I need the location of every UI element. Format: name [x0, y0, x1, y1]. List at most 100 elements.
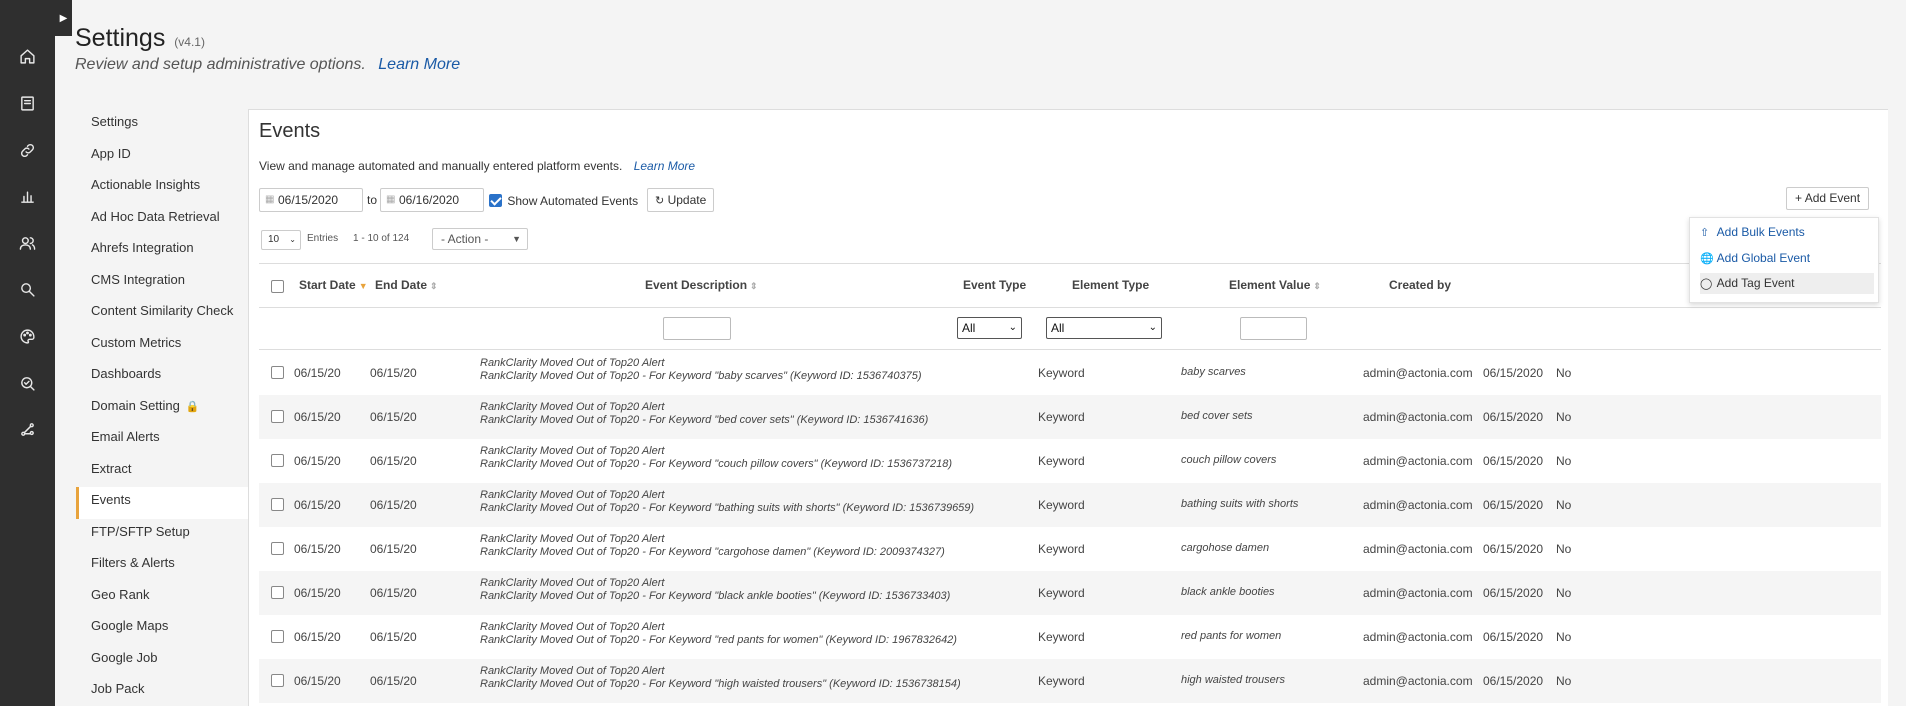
settings-nav: Settings App ID Actionable Insights Ad H…	[76, 109, 248, 706]
nav-item-ahrefs-integration[interactable]: Ahrefs Integration	[76, 235, 248, 267]
home-icon[interactable]	[0, 42, 55, 70]
created-by-cell: admin@actonia.com	[1363, 454, 1473, 468]
header-label: End Date	[375, 278, 428, 292]
menu-item-add-global-event[interactable]: 🌐 Add Global Event	[1700, 248, 1874, 269]
nav-item-dashboards[interactable]: Dashboards	[76, 361, 248, 393]
end-date-input[interactable]: ▦ 06/16/2020	[380, 188, 484, 212]
nav-item-ftp-sftp-setup[interactable]: FTP/SFTP Setup	[76, 519, 248, 551]
nav-item-google-job[interactable]: Google Job	[76, 645, 248, 677]
calendar-icon: ▦	[386, 194, 396, 205]
description-line2: RankClarity Moved Out of Top20 - For Key…	[480, 370, 922, 382]
caret-down-icon: ▼	[512, 234, 521, 244]
row-checkbox[interactable]	[271, 586, 284, 599]
table-row[interactable]: 06/15/20 06/15/20 RankClarity Moved Out …	[259, 571, 1881, 615]
table-row[interactable]: 06/15/20 06/15/20 RankClarity Moved Out …	[259, 527, 1881, 571]
menu-item-add-tag-event[interactable]: ◯ Add Tag Event	[1700, 273, 1874, 294]
select-all-checkbox[interactable]	[271, 280, 284, 293]
nav-item-app-id[interactable]: App ID	[76, 141, 248, 173]
events-description-text: View and manage automated and manually e…	[259, 159, 623, 173]
nav-item-filters-alerts[interactable]: Filters & Alerts	[76, 550, 248, 582]
nav-item-settings[interactable]: Settings	[76, 109, 248, 141]
row-checkbox[interactable]	[271, 674, 284, 687]
page-size-select[interactable]: 10 ⌄	[261, 230, 301, 250]
events-panel: Events View and manage automated and man…	[248, 109, 1888, 706]
element-value-cell: couch pillow covers	[1181, 454, 1277, 466]
nav-item-domain-setting[interactable]: Domain Setting 🔒	[76, 393, 248, 425]
learn-more-link[interactable]: Learn More	[378, 56, 460, 73]
document-icon[interactable]	[0, 89, 55, 117]
table-row[interactable]: 06/15/20 06/15/20 RankClarity Moved Out …	[259, 439, 1881, 483]
description-line1: RankClarity Moved Out of Top20 Alert	[480, 489, 665, 501]
menu-item-add-bulk-events[interactable]: ⇧ Add Bulk Events	[1700, 222, 1874, 243]
row-checkbox[interactable]	[271, 410, 284, 423]
table-row[interactable]: 06/15/20 06/15/20 RankClarity Moved Out …	[259, 659, 1881, 703]
share-nodes-icon[interactable]	[0, 415, 55, 443]
range-label: 1 - 10 of 124	[353, 233, 410, 244]
nav-item-ad-hoc-data-retrieval[interactable]: Ad Hoc Data Retrieval	[76, 204, 248, 236]
description-cell: RankClarity Moved Out of Top20 Alert Rank…	[480, 401, 928, 427]
nav-item-events[interactable]: Events	[76, 487, 248, 519]
created-date-cell: 06/15/2020	[1483, 630, 1544, 644]
events-learn-more-link[interactable]: Learn More	[634, 159, 695, 173]
description-line1: RankClarity Moved Out of Top20 Alert	[480, 533, 665, 545]
action-select-value: - Action -	[441, 232, 489, 246]
show-automated-events[interactable]: Show Automated Events	[489, 193, 638, 208]
end-date-cell: 06/15/20	[370, 410, 417, 424]
update-button[interactable]: ↻ Update	[647, 188, 715, 212]
table-row[interactable]: 06/15/20 06/15/20 RankClarity Moved Out …	[259, 395, 1881, 439]
start-date-cell: 06/15/20	[294, 542, 341, 556]
subtitle-text: Review and setup administrative options.	[75, 56, 366, 73]
page-title-text: Settings	[75, 24, 166, 52]
add-event-button[interactable]: + Add Event	[1786, 187, 1870, 210]
end-date-cell: 06/15/20	[370, 454, 417, 468]
row-checkbox[interactable]	[271, 454, 284, 467]
header-element-value[interactable]: Element Value ⇕	[1229, 278, 1321, 292]
table-row[interactable]: 06/15/20 06/15/20 RankClarity Moved Out …	[259, 483, 1881, 527]
search-check-icon[interactable]	[0, 369, 55, 397]
action-select[interactable]: - Action - ▼	[432, 228, 528, 250]
palette-icon[interactable]	[0, 322, 55, 350]
search-icon[interactable]	[0, 275, 55, 303]
chevron-down-icon: ⌄	[289, 235, 296, 244]
nav-item-google-maps[interactable]: Google Maps	[76, 613, 248, 645]
flag-cell: No	[1556, 586, 1572, 600]
nav-item-custom-metrics[interactable]: Custom Metrics	[76, 330, 248, 362]
table-header: Start Date ▼ End Date ⇕ Event Description ⇕…	[259, 263, 1881, 308]
calendar-icon: ▦	[265, 194, 275, 205]
nav-item-extract[interactable]: Extract	[76, 456, 248, 488]
users-icon[interactable]	[0, 229, 55, 257]
start-date-input[interactable]: ▦ 06/15/2020	[259, 188, 363, 212]
nav-item-cms-integration[interactable]: CMS Integration	[76, 267, 248, 299]
nav-item-actionable-insights[interactable]: Actionable Insights	[76, 172, 248, 204]
header-start-date[interactable]: Start Date ▼	[299, 278, 368, 292]
row-checkbox[interactable]	[271, 366, 284, 379]
end-date-cell: 06/15/20	[370, 498, 417, 512]
nav-item-job-pack[interactable]: Job Pack	[76, 676, 248, 706]
start-date-cell: 06/15/20	[294, 674, 341, 688]
flag-cell: No	[1556, 674, 1572, 688]
table-row[interactable]: 06/15/20 06/15/20 RankClarity Moved Out …	[259, 615, 1881, 659]
element-type-cell: Keyword	[1038, 498, 1085, 512]
row-checkbox[interactable]	[271, 542, 284, 555]
bar-chart-icon[interactable]	[0, 182, 55, 210]
header-event-description[interactable]: Event Description ⇕	[645, 278, 758, 292]
description-filter-input[interactable]	[663, 317, 731, 340]
row-checkbox[interactable]	[271, 498, 284, 511]
element-type-filter-select[interactable]: All ⌄	[1046, 317, 1162, 339]
nav-item-email-alerts[interactable]: Email Alerts	[76, 424, 248, 456]
end-date-cell: 06/15/20	[370, 586, 417, 600]
menu-item-label: Add Bulk Events	[1716, 225, 1805, 239]
nav-item-content-similarity-check[interactable]: Content Similarity Check	[76, 298, 248, 330]
element-type-cell: Keyword	[1038, 366, 1085, 380]
expand-rail-icon[interactable]: ▶	[55, 0, 72, 36]
link-icon[interactable]	[0, 136, 55, 164]
nav-item-geo-rank[interactable]: Geo Rank	[76, 582, 248, 614]
show-automated-checkbox[interactable]	[489, 194, 502, 208]
header-event-type: Event Type	[963, 278, 1026, 292]
element-value-filter-input[interactable]	[1240, 317, 1307, 340]
table-row[interactable]: 06/15/20 06/15/20 RankClarity Moved Out …	[259, 351, 1881, 395]
created-by-cell: admin@actonia.com	[1363, 586, 1473, 600]
header-end-date[interactable]: End Date ⇕	[375, 278, 438, 292]
row-checkbox[interactable]	[271, 630, 284, 643]
event-type-filter-select[interactable]: All ⌄	[957, 317, 1022, 339]
